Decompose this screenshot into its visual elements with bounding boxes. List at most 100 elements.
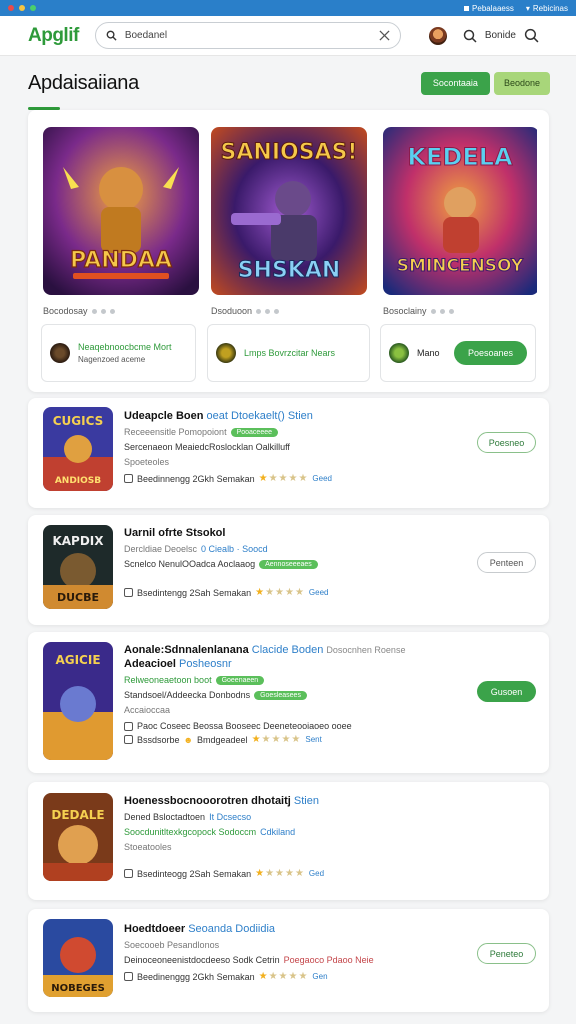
featured-banner-art: PANDAA: [43, 127, 199, 295]
star-rating: ★★★★★: [251, 734, 302, 745]
app-details: Uarnil ofrte Stsokol Dercldiae Deoelsc 0 …: [124, 527, 439, 598]
app-card[interactable]: CUGICS ANDIOSB Udeapcle Boen oeat Dtoeka…: [28, 398, 549, 508]
install-button[interactable]: Gusoen: [477, 681, 536, 702]
rating-label[interactable]: Geed: [312, 474, 332, 483]
featured-sub-title: Neaqebnoocbcme Mort: [78, 342, 172, 352]
app-line-text: Receeensitle Pomopoiont: [124, 427, 227, 437]
app-badge: Goesleasees: [254, 690, 307, 700]
status-dot: [19, 5, 25, 11]
rating-label[interactable]: Ged: [309, 869, 324, 878]
featured-sub-card[interactable]: Neaqebnoocbcme Mort Nagenzoed aceme: [41, 324, 196, 382]
avatar[interactable]: [428, 26, 447, 45]
app-name[interactable]: Hoenessbocnooorotren dhotaitj Stien: [124, 795, 439, 807]
search-icon[interactable]: [524, 28, 539, 43]
search-input[interactable]: Boedanel: [94, 22, 401, 49]
install-button[interactable]: Poesneo: [477, 432, 536, 453]
app-logo[interactable]: Apglif: [28, 25, 79, 47]
app-line: Dened Bsloctadtoen It Dcsecso: [124, 812, 439, 822]
featured-sub-card[interactable]: Lmps Bovrzcitar Nears: [207, 324, 370, 382]
app-name-extra: Clacide Boden: [251, 644, 324, 656]
app-name[interactable]: Udeapcle Boen oeat Dtoekaelt() Stien: [124, 410, 439, 422]
install-button[interactable]: Poesoanes: [453, 341, 527, 365]
app-line-highlight: 0 Ciealb · Soocd: [201, 544, 268, 554]
featured-banner[interactable]: KEDELA SMINCENSOY: [383, 127, 539, 295]
install-button[interactable]: Peneteo: [477, 943, 536, 964]
app-badge: Aennoseeeaes: [259, 559, 318, 569]
app-icon-subtitle: ANDIOSB: [55, 476, 101, 486]
dot-icon: [448, 308, 454, 314]
featured-caption-text: Dsoduoon: [211, 306, 253, 316]
page-title: Apdaisaiiana: [28, 71, 139, 94]
search-icon[interactable]: [463, 29, 477, 43]
app-name-extra: Stien: [293, 795, 319, 807]
app-icon-art: AGICIE: [43, 642, 113, 760]
app-name-text: Hoedtdoeer: [124, 923, 186, 935]
app-badge: Goeenaeen: [215, 675, 265, 685]
app-icon-art: NOBEGES: [43, 919, 113, 997]
app-meta: Beedinenggg 2Gkh Semakan ★★★★★ Gen: [124, 971, 439, 982]
smile-icon: ☻: [183, 734, 194, 745]
install-button[interactable]: Penteen: [477, 552, 536, 573]
featured-banner[interactable]: SANIOSAS! SHSKAN: [211, 127, 367, 295]
app-meta: Beedinnengg 2Gkh Semakan ★★★★★ Geed: [124, 473, 439, 484]
status-item: Pebalaaess: [464, 4, 514, 13]
dot-icon: [91, 308, 97, 314]
featured-sub-card[interactable]: Mano Poesoanes: [380, 324, 536, 382]
app-name2-extra: Posheosnr: [179, 658, 232, 670]
close-icon[interactable]: [379, 30, 390, 41]
app-card[interactable]: DEDALE Hoenessbocnooorotren dhotaitj Sti…: [28, 782, 549, 900]
app-line-text: Dened Bsloctadtoen: [124, 812, 206, 822]
app-card[interactable]: AGICIE Aonale:Sdnnalenlanana Clacide Bod…: [28, 632, 549, 773]
featured-banner[interactable]: PANDAA: [43, 127, 199, 295]
dot-icon: [265, 308, 271, 314]
star-rating: ★★★★★: [255, 868, 305, 879]
app-card[interactable]: KAPDIX DUCBE Uarnil ofrte Stsokol Dercld…: [28, 515, 549, 625]
rating-label[interactable]: Gen: [312, 972, 327, 981]
app-line-highlight: Poegaoco Pdaoo Neie: [283, 955, 374, 965]
app-line-text: Soocdunitltexkgcopock Sodoccm: [124, 827, 257, 837]
app-details: Hoenessbocnooorotren dhotaitj Stien Dene…: [124, 795, 439, 879]
app-card[interactable]: NOBEGES Hoedtdoeer Seoanda Dodiidia Soec…: [28, 909, 549, 1012]
dot-icon: [100, 308, 106, 314]
app-icon[interactable]: NOBEGES: [43, 919, 113, 997]
arrow-down-icon: ▾: [525, 3, 530, 13]
app-line-text: Scnelco NenulOOadca Aoclaaog: [124, 559, 256, 569]
app-meta: Bsedinteogg 2Sah Semakan ★★★★★ Ged: [124, 868, 439, 879]
primary-button[interactable]: Socontaaia: [420, 71, 490, 95]
app-name[interactable]: Aonale:Sdnnalenlanana Clacide Boden Doso…: [124, 644, 449, 656]
rating-label[interactable]: Sent: [305, 735, 321, 744]
app-name-text: Aonale:Sdnnalenlanana: [124, 644, 249, 656]
app-name2-text: Adeacioel: [124, 658, 176, 670]
featured-banner-art: KEDELA SMINCENSOY: [383, 127, 537, 295]
status-dot: [8, 5, 14, 11]
app-line-text: Dercldiae Deoelsc: [124, 544, 198, 554]
app-line: Standsoel/Addeecka Donbodns Goesleasees: [124, 690, 449, 700]
app-line-text: Sercenaeon MeaiedcRoslocklan Oalkilluff: [124, 442, 290, 452]
app-line-text: Standsoel/Addeecka Donbodns: [124, 690, 251, 700]
app-line: Deinoceoneenistdocdeeso Sodk Cetrin Poega…: [124, 955, 439, 965]
app-icon[interactable]: DEDALE: [43, 793, 113, 881]
app-icon-title: AGICIE: [55, 653, 100, 667]
app-line: Soocdunitltexkgcopock Sodoccm Cdkiland: [124, 827, 439, 837]
app-icon[interactable]: CUGICS ANDIOSB: [43, 407, 113, 491]
dot-icon: [439, 308, 445, 314]
app-line-text: Relweoneaetoon boot: [124, 675, 212, 685]
app-name[interactable]: Hoedtdoeer Seoanda Dodiidia: [124, 923, 439, 935]
account-label[interactable]: Bonide: [485, 30, 516, 41]
app-icon[interactable]: AGICIE: [43, 642, 113, 760]
app-icon[interactable]: KAPDIX DUCBE: [43, 525, 113, 609]
secondary-button[interactable]: Beodone: [493, 71, 550, 95]
search-icon: [106, 30, 117, 41]
featured-sub-text: Neaqebnoocbcme Mort Nagenzoed aceme: [78, 342, 172, 364]
app-line-text: Soecooeb Pesandlonos: [124, 940, 220, 950]
calendar-icon: [124, 735, 133, 744]
page-header: Apdaisaiiana Socontaaia Beodone: [28, 68, 550, 98]
app-name[interactable]: Uarnil ofrte Stsokol: [124, 527, 439, 539]
dot-icon: [109, 308, 115, 314]
dot-icon: [430, 308, 436, 314]
app-line: Accaioccaa: [124, 705, 449, 715]
rating-label[interactable]: Geed: [309, 588, 329, 597]
featured-banner-art: SANIOSAS! SHSKAN: [211, 127, 367, 295]
featured-caption: Bocodosay: [43, 306, 115, 316]
star-rating: ★★★★★: [258, 971, 309, 982]
